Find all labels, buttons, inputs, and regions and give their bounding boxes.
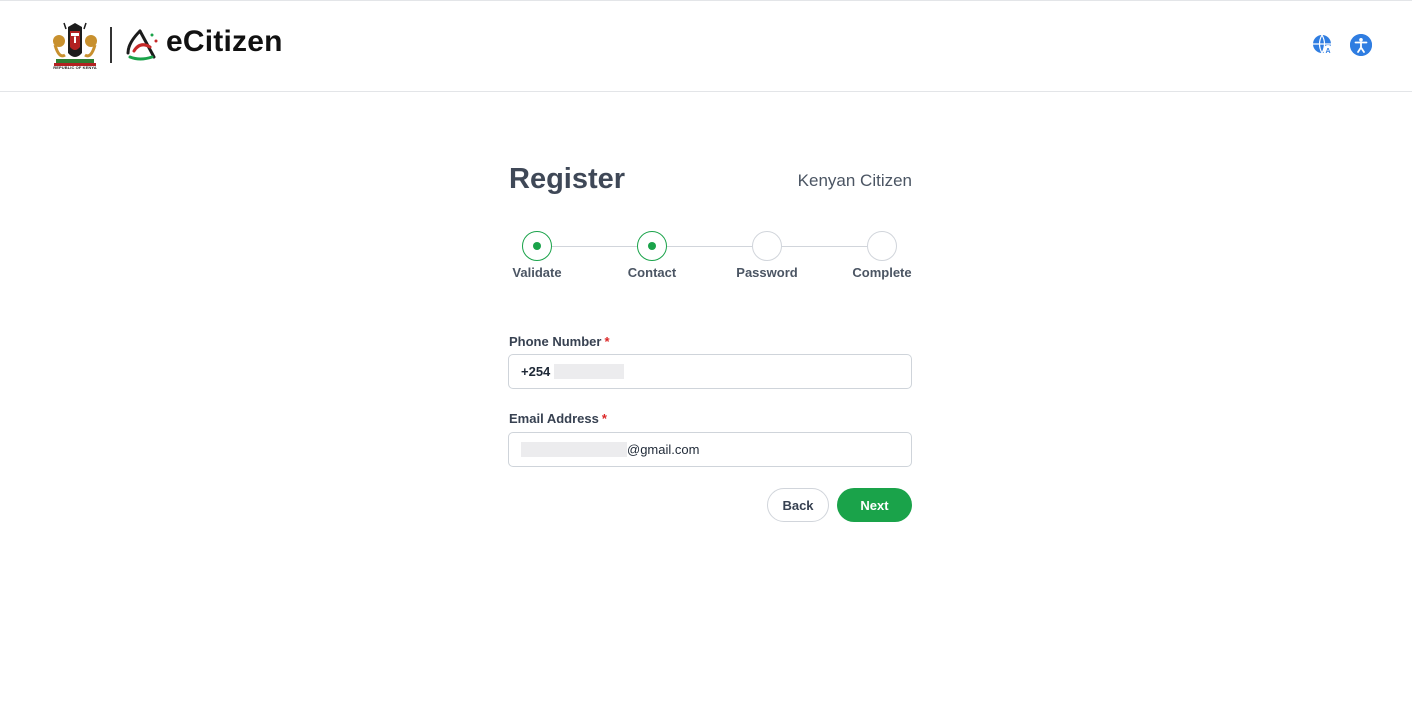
page-title: Register: [509, 163, 626, 195]
brand-name: eCitizen: [166, 25, 283, 58]
redacted-email-user: [521, 442, 627, 457]
required-marker: *: [601, 411, 607, 426]
kenya-coat-of-arms-icon: [53, 22, 97, 66]
svg-text:A: A: [1325, 48, 1330, 55]
step-label-contact: Contact: [627, 265, 677, 280]
ecitizen-logo-icon: [126, 29, 158, 61]
phone-number-input[interactable]: +254: [508, 354, 912, 389]
email-label-text: Email Address: [509, 411, 599, 426]
step-connector: [552, 246, 637, 247]
step-complete-dot: [647, 241, 656, 250]
step-connector: [667, 246, 752, 247]
email-domain: @gmail.com: [627, 442, 700, 457]
coat-caption: REPUBLIC OF KENYA: [53, 65, 97, 70]
back-button[interactable]: Back: [767, 488, 829, 522]
language-icon[interactable]: A: [1312, 34, 1334, 56]
redacted-phone-digits: [554, 364, 625, 379]
page-subtitle: Kenyan Citizen: [797, 171, 912, 190]
required-marker: *: [604, 334, 610, 349]
step-complete-dot: [532, 241, 541, 250]
step-password-indicator: [752, 231, 782, 261]
accessibility-icon[interactable]: [1350, 34, 1372, 56]
email-address-input[interactable]: @gmail.com: [508, 432, 912, 467]
step-connector: [782, 246, 867, 247]
next-button[interactable]: Next: [837, 488, 912, 522]
step-label-validate: Validate: [512, 265, 562, 280]
top-header: REPUBLIC OF KENYA eCitizen A: [0, 0, 1412, 92]
phone-label-text: Phone Number: [509, 334, 602, 349]
phone-prefix: +254: [521, 364, 551, 379]
email-label: Email Address *: [509, 411, 607, 426]
step-contact-indicator: [637, 231, 667, 261]
phone-label: Phone Number *: [509, 334, 610, 349]
step-complete-indicator: [867, 231, 897, 261]
logo-divider: [110, 27, 112, 63]
step-label-complete: Complete: [852, 265, 912, 280]
step-validate-indicator: [522, 231, 552, 261]
registration-stepper: Validate Contact Password Complete: [500, 231, 920, 291]
step-label-password: Password: [736, 265, 798, 280]
